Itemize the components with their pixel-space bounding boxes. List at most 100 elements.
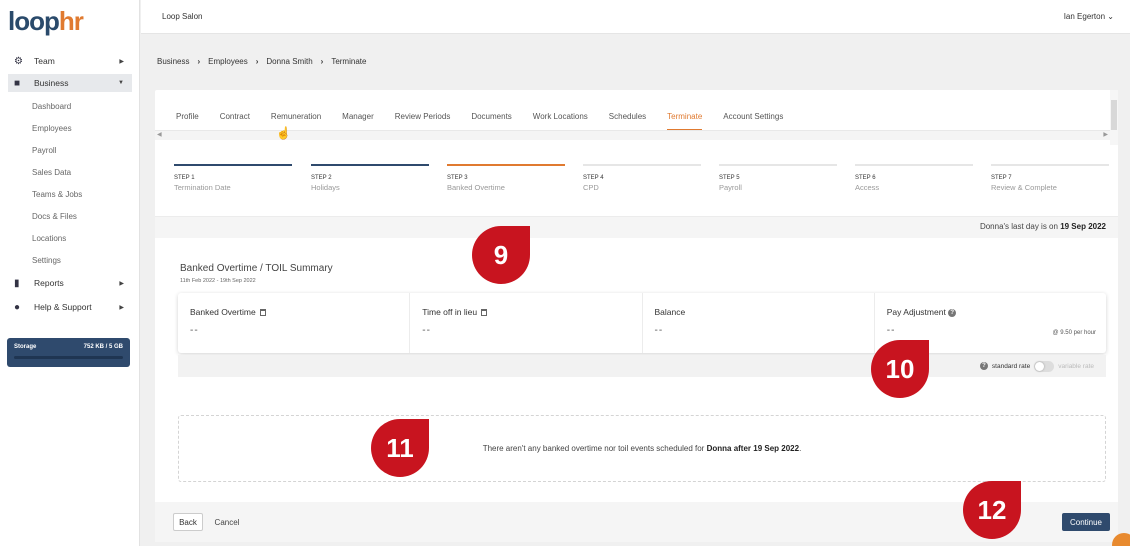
tab-bar: Profile Contract Remuneration Manager Re… [176,112,804,130]
help-icon: ● [14,301,21,313]
step-progress-bar [583,164,701,166]
tab-review-periods[interactable]: Review Periods [395,112,451,130]
sidebar-item-team[interactable]: ⚙ Team ▶ [8,52,132,70]
banked-overtime-cell: Banked Overtime -- [178,293,411,353]
empty-name: Donna after 19 Sep 2022 [706,444,800,453]
tab-manager[interactable]: Manager [342,112,374,130]
cell-label: Pay Adjustment [886,307,946,317]
breadcrumb: Business › Employees › Donna Smith › Termin… [157,57,366,66]
tab-scrollbar[interactable]: ◀ ▶ [155,130,1110,140]
sidebar-item-reports[interactable]: ▮ Reports ▶ [8,274,132,292]
help-icon[interactable]: ? [948,308,957,317]
step-number: STEP 6 [855,175,876,181]
back-button[interactable]: Back [173,513,203,531]
toil-cell: Time off in lieu -- [410,293,643,353]
top-bar: Loop Salon Ian Egerton ⌄ [141,0,1130,34]
empty-text: There aren't any banked overtime nor toi… [482,444,705,453]
breadcrumb-employee[interactable]: Donna Smith [266,57,312,66]
sidebar-sub-dashboard[interactable]: Dashboard [32,102,71,111]
step-title: Termination Date [174,183,231,192]
sidebar-sub-locations[interactable]: Locations [32,234,66,243]
breadcrumb-employees[interactable]: Employees [208,57,248,66]
sidebar-sub-docs-files[interactable]: Docs & Files [32,212,77,221]
scroll-thumb[interactable] [1111,100,1117,130]
sidebar-sub-teams-jobs[interactable]: Teams & Jobs [32,190,82,199]
continue-button[interactable]: Continue [1062,513,1110,531]
help-icon[interactable]: ? [979,362,988,370]
step-title: Access [855,183,880,192]
step-1[interactable]: STEP 1 Termination Date [174,164,292,192]
scroll-left-icon[interactable]: ◀ [157,131,162,138]
loophr-logo[interactable]: loophr [8,6,84,37]
cell-value: -- [422,325,431,336]
sidebar-item-help[interactable]: ● Help & Support ▶ [8,298,132,316]
step-progress-bar [991,164,1109,166]
summary-date-range: 11th Feb 2022 - 19th Sep 2022 [180,278,256,284]
storage-label: Storage [14,344,37,350]
summary-card: Banked Overtime -- Time off in lieu -- B… [178,293,1106,353]
chevron-right-icon: › [320,57,324,66]
storage-value: 752 KB / 5 GB [83,344,123,350]
chevron-right-icon: ▶ [119,304,124,311]
vertical-scrollbar[interactable] [1110,90,1118,145]
step-title: Banked Overtime [447,183,505,192]
breadcrumb-business[interactable]: Business [157,57,189,66]
chevron-right-icon: › [255,57,259,66]
sidebar-sub-payroll[interactable]: Payroll [32,146,56,155]
storage-bar [14,356,123,359]
team-icon: ⚙ [14,55,23,67]
breadcrumb-current: Terminate [331,57,367,66]
balance-cell: Balance -- [643,293,875,353]
calendar-icon[interactable] [481,309,488,317]
chevron-right-icon: ▶ [119,280,124,287]
step-3[interactable]: STEP 3 Banked Overtime [447,164,565,192]
chevron-down-icon: ▼ [118,80,124,86]
step-progress-bar [174,164,292,166]
empty-events-message: There aren't any banked overtime nor toi… [178,415,1106,482]
scroll-right-icon[interactable]: ▶ [1103,131,1108,138]
step-number: STEP 3 [447,175,468,181]
step-title: Review & Complete [991,183,1057,192]
user-menu[interactable]: Ian Egerton ⌄ [1064,12,1114,21]
business-icon: ■ [14,77,21,89]
callout-marker-9: 9 [472,226,530,284]
sidebar-sub-settings[interactable]: Settings [32,256,61,265]
cancel-button[interactable]: Cancel [211,513,243,531]
rate-toggle-bar: ? standard rate variable rate [178,355,1106,377]
salon-name: Loop Salon [162,12,203,21]
step-4[interactable]: STEP 4 CPD [583,164,701,192]
step-5[interactable]: STEP 5 Payroll [719,164,837,192]
step-6[interactable]: STEP 6 Access [855,164,973,192]
chevron-right-icon: ▶ [119,58,124,65]
variable-rate-label: variable rate [1058,362,1094,370]
step-number: STEP 7 [991,175,1012,181]
step-7[interactable]: STEP 7 Review & Complete [991,164,1109,192]
cell-label: Time off in lieu [422,307,478,317]
sidebar: loophr ⚙ Team ▶ ■ Business ▼ Dashboard E… [0,0,140,546]
step-2[interactable]: STEP 2 Holidays [311,164,429,192]
step-number: STEP 4 [583,175,604,181]
cell-value: -- [190,325,199,336]
tab-contract[interactable]: Contract [220,112,250,130]
step-number: STEP 1 [174,175,195,181]
cell-label: Balance [654,307,686,317]
calendar-icon[interactable] [260,309,267,317]
callout-marker-11: 11 [371,419,429,477]
tab-work-locations[interactable]: Work Locations [533,112,588,130]
reports-icon: ▮ [14,277,20,289]
sidebar-item-business[interactable]: ■ Business ▼ [8,74,132,92]
empty-end: . [799,444,802,453]
last-day-banner: Donna's last day is on 19 Sep 2022 [155,216,1118,238]
main-card: Profile Contract Remuneration Manager Re… [155,90,1118,542]
sidebar-sub-sales-data[interactable]: Sales Data [32,168,71,177]
step-title: Payroll [719,183,742,192]
tab-schedules[interactable]: Schedules [609,112,646,130]
rate-toggle[interactable] [1034,360,1055,372]
tab-profile[interactable]: Profile [176,112,199,130]
sidebar-sub-employees[interactable]: Employees [32,124,72,133]
step-progress-bar [855,164,973,166]
tab-account-settings[interactable]: Account Settings [723,112,783,130]
cell-value: -- [654,325,664,336]
tab-terminate[interactable]: Terminate [667,112,703,130]
tab-documents[interactable]: Documents [471,112,511,130]
